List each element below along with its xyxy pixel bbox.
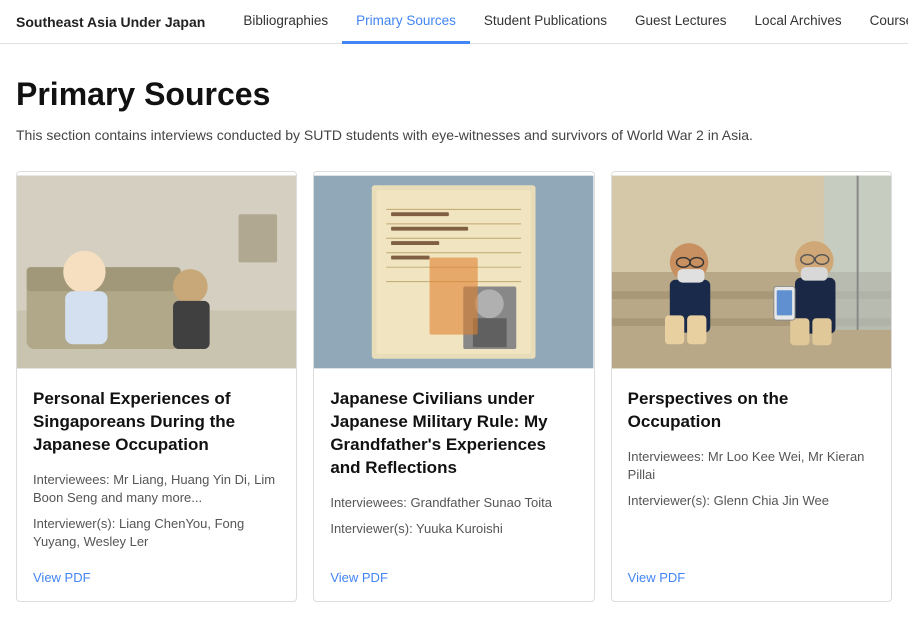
nav-link-course-syllabus[interactable]: Course Syllabus [856,1,908,44]
card-2-image [314,172,593,372]
card-1-interviewees: Interviewees: Mr Liang, Huang Yin Di, Li… [33,471,280,507]
cards-grid: Personal Experiences of Singaporeans Dur… [16,171,892,602]
navbar: Southeast Asia Under Japan Bibliographie… [0,0,908,44]
nav-link-bibliographies[interactable]: Bibliographies [229,1,342,44]
card-2-view-pdf[interactable]: View PDF [330,560,577,585]
nav-brand: Southeast Asia Under Japan [16,14,205,30]
card-2-title: Japanese Civilians under Japanese Milita… [330,388,577,480]
card-1-view-pdf[interactable]: View PDF [33,560,280,585]
page-title: Primary Sources [16,76,892,113]
card-3-body: Perspectives on the Occupation Interviewe… [612,372,891,601]
card-3: Perspectives on the Occupation Interviewe… [611,171,892,602]
card-3-title: Perspectives on the Occupation [628,388,875,434]
card-2-body: Japanese Civilians under Japanese Milita… [314,372,593,601]
card-1-interviewers: Interviewer(s): Liang ChenYou, Fong Yuya… [33,515,280,551]
nav-link-primary-sources[interactable]: Primary Sources [342,1,470,44]
card-2-interviewers: Interviewer(s): Yuuka Kuroishi [330,520,577,538]
page-subtitle: This section contains interviews conduct… [16,127,892,143]
card-3-interviewers: Interviewer(s): Glenn Chia Jin Wee [628,492,875,510]
card-2: Japanese Civilians under Japanese Milita… [313,171,594,602]
nav-link-local-archives[interactable]: Local Archives [741,1,856,44]
card-2-interviewees: Interviewees: Grandfather Sunao Toita [330,494,577,512]
nav-link-guest-lectures[interactable]: Guest Lectures [621,1,741,44]
card-1-image [17,172,296,372]
nav-links: BibliographiesPrimary SourcesStudent Pub… [229,0,908,43]
card-1: Personal Experiences of Singaporeans Dur… [16,171,297,602]
main-content: Primary Sources This section contains in… [0,44,908,642]
card-3-interviewees: Interviewees: Mr Loo Kee Wei, Mr Kieran … [628,448,875,484]
card-1-title: Personal Experiences of Singaporeans Dur… [33,388,280,457]
card-1-body: Personal Experiences of Singaporeans Dur… [17,372,296,601]
nav-link-student-publications[interactable]: Student Publications [470,1,621,44]
card-3-image [612,172,891,372]
card-3-view-pdf[interactable]: View PDF [628,560,875,585]
